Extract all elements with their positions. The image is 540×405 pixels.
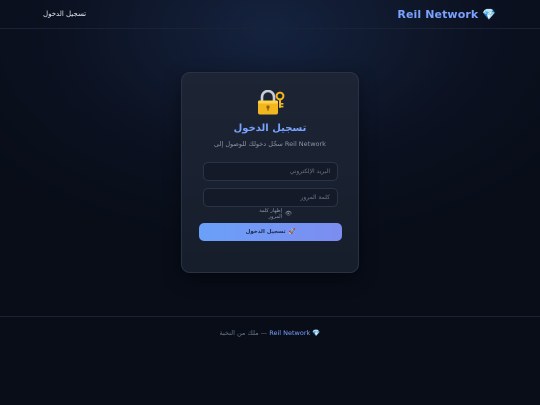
gem-icon: 💎 <box>482 7 496 21</box>
footer-brand-name: Reil Network <box>269 329 311 337</box>
login-card: تسجيل الدخول سجّل دخولك للوصول إلى Reil … <box>181 72 359 273</box>
nav-login-link[interactable]: تسجيل الدخول <box>43 10 86 18</box>
top-bar: تسجيل الدخول Reil Network 💎 <box>0 0 540 29</box>
login-subtitle: سجّل دخولك للوصول إلى Reil Network <box>214 140 326 148</box>
password-field[interactable] <box>203 188 338 207</box>
gem-icon: 💎 <box>312 329 321 337</box>
lock-icon <box>256 90 286 116</box>
show-password-label: إظهار كلمة المرور <box>259 208 283 220</box>
login-submit-label: تسجيل الدخول <box>245 229 286 235</box>
footer-rights: — ملك من النخبة <box>219 329 268 337</box>
rocket-icon: 🚀 <box>288 229 296 235</box>
login-title: تسجيل الدخول <box>233 123 307 134</box>
footer: 💎 Reil Network — ملك من النخبة <box>0 316 540 405</box>
brand-logo[interactable]: Reil Network 💎 <box>397 8 496 21</box>
show-password-toggle[interactable]: 👁 إظهار كلمة المرور <box>250 208 292 220</box>
email-field[interactable] <box>203 162 338 181</box>
footer-text: 💎 Reil Network — ملك من النخبة <box>0 329 540 337</box>
brand-name: Reil Network <box>397 7 479 21</box>
eye-icon: 👁 <box>285 211 292 217</box>
login-submit-button[interactable]: 🚀 تسجيل الدخول <box>199 223 342 241</box>
